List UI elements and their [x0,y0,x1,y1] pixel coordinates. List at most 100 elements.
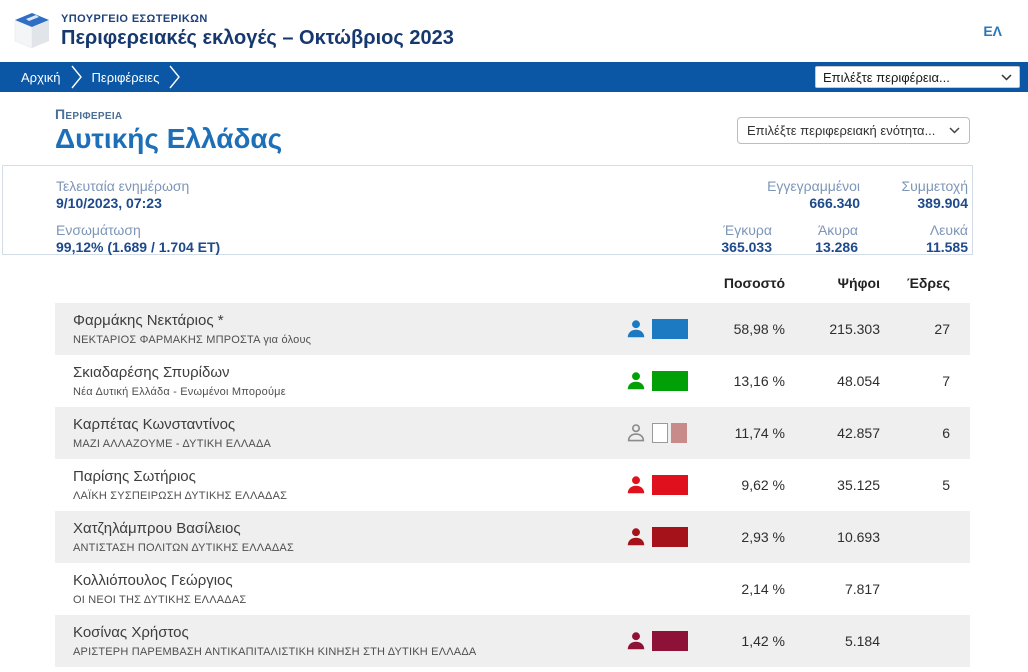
regional-unit-select-value: Επιλέξτε περιφερειακή ενότητα... [747,123,935,138]
last-update-label: Τελευταία ενημέρωση [56,177,220,195]
election-results-page: ΥΠΟΥΡΓΕΙΟ ΕΣΩΤΕΡΙΚΩΝ Περιφερειακές εκλογ… [0,0,1028,667]
votes-value: 7.817 [785,581,880,597]
party-name: ΑΝΤΙΣΤΑΣΗ ΠΟΛΙΤΩΝ ΔΥΤΙΚΗΣ ΕΛΛΑΔΑΣ [73,542,625,554]
invalid-stat: Άκυρα 13.286 [798,221,858,256]
candidate-cell: Φαρμάκης Νεκτάριος * ΝΕΚΤΑΡΙΟΣ ΦΑΡΜΑΚΗΣ … [73,312,625,346]
site-header: ΥΠΟΥΡΓΕΙΟ ΕΣΩΤΕΡΙΚΩΝ Περιφερειακές εκλογ… [0,0,1028,62]
valid-label: Έγκυρα [721,221,772,239]
stats-right: Εγγεγραμμένοι 666.340 Συμμετοχή 389.904 … [721,177,968,254]
candidate-row[interactable]: Παρίσης Σωτήριος ΛΑΪΚΗ ΣΥΣΠΕΙΡΩΣΗ ΔΥΤΙΚΗ… [55,459,970,511]
chevron-down-icon [1001,74,1012,81]
candidate-row[interactable]: Φαρμάκης Νεκτάριος * ΝΕΚΤΑΡΙΟΣ ΦΑΡΜΑΚΗΣ … [55,303,970,355]
candidate-name: Κοσίνας Χρήστος [73,624,625,642]
turnout-stat: Συμμετοχή 389.904 [886,177,968,212]
blank-value: 11.585 [884,239,968,256]
registered-value: 666.340 [767,195,860,212]
party-icon-cell [625,422,695,444]
candidate-cell: Κοσίνας Χρήστος ΑΡΙΣΤΕΡΗ ΠΑΡΕΜΒΑΣΗ ΑΝΤΙΚ… [73,624,625,658]
candidate-name: Παρίσης Σωτήριος [73,468,625,486]
party-color-swatch [652,631,688,651]
person-filled-icon [625,630,647,652]
last-update-value: 9/10/2023, 07:23 [56,195,220,212]
party-name: ΜΑΖΙ ΑΛΛΑΖΟΥΜΕ - ΔΥΤΙΚΗ ΕΛΛΑΔΑ [73,438,625,450]
candidate-row[interactable]: Κολλιόπουλος Γεώργιος ΟΙ ΝΕΟΙ ΤΗΣ ΔΥΤΙΚΗ… [55,563,970,615]
stats-row-1: Εγγεγραμμένοι 666.340 Συμμετοχή 389.904 [721,177,968,212]
candidate-cell: Κολλιόπουλος Γεώργιος ΟΙ ΝΕΟΙ ΤΗΣ ΔΥΤΙΚΗ… [73,572,625,606]
percent-value: 1,42 % [695,633,785,649]
candidate-cell: Χατζηλάμπρου Βασίλειος ΑΝΤΙΣΤΑΣΗ ΠΟΛΙΤΩΝ… [73,520,625,554]
seats-value: 7 [880,373,950,389]
last-update-stat: Τελευταία ενημέρωση 9/10/2023, 07:23 [56,177,220,212]
candidate-name: Φαρμάκης Νεκτάριος * [73,312,625,330]
party-name: Νέα Δυτική Ελλάδα - Ενωμένοι Μπορούμε [73,386,625,398]
party-color-swatches [652,631,688,651]
candidate-row[interactable]: Καρπέτας Κωνσταντίνος ΜΑΖΙ ΑΛΛΑΖΟΥΜΕ - Δ… [55,407,970,459]
party-icon-cell [625,474,695,496]
candidate-row[interactable]: Χατζηλάμπρου Βασίλειος ΑΝΤΙΣΤΑΣΗ ΠΟΛΙΤΩΝ… [55,511,970,563]
chevron-down-icon [949,127,960,134]
column-header-votes: Ψήφοι [785,275,880,291]
party-color-swatches [652,527,688,547]
results-table-header: Ποσοστό Ψήφοι Έδρες [55,263,970,303]
valid-stat: Έγκυρα 365.033 [721,221,772,256]
party-color-swatches [652,475,688,495]
person-filled-icon [625,526,647,548]
breadcrumb-home[interactable]: Αρχική [21,70,61,85]
turnout-value: 389.904 [886,195,968,212]
candidate-row[interactable]: Κοσίνας Χρήστος ΑΡΙΣΤΕΡΗ ΠΑΡΕΜΒΑΣΗ ΑΝΤΙΚ… [55,615,970,667]
breadcrumb-chevron-icon [70,65,83,89]
stats-row-2: Έγκυρα 365.033 Άκυρα 13.286 Λευκά 11.585 [721,221,968,256]
party-color-swatches [652,371,688,391]
seats-value: 6 [880,425,950,441]
breadcrumb-bar: Αρχική Περιφέρειες Επιλέξτε περιφέρεια..… [0,62,1028,92]
seats-value: 27 [880,321,950,337]
ministry-name: ΥΠΟΥΡΓΕΙΟ ΕΣΩΤΕΡΙΚΩΝ [61,13,454,25]
region-heading: Περιφερεια Δυτικής Ελλάδας [55,106,282,155]
valid-value: 365.033 [721,239,772,256]
party-color-swatch [652,475,688,495]
results-table: Ποσοστό Ψήφοι Έδρες Φαρμάκης Νεκτάριος *… [55,263,970,667]
party-name: ΑΡΙΣΤΕΡΗ ΠΑΡΕΜΒΑΣΗ ΑΝΤΙΚΑΠΙΤΑΛΙΣΤΙΚΗ ΚΙΝ… [73,646,625,658]
seats-value: 5 [880,477,950,493]
integration-stat: Ενσωμάτωση 99,12% (1.689 / 1.704 ΕΤ) [56,221,220,256]
party-icon-cell [625,526,695,548]
region-heading-section: Περιφερεια Δυτικής Ελλάδας Επιλέξτε περι… [0,92,1028,165]
party-name: ΝΕΚΤΑΡΙΟΣ ΦΑΡΜΑΚΗΣ ΜΠΡΟΣΤΑ για όλους [73,334,625,346]
region-label: Περιφερεια [55,106,282,122]
votes-value: 215.303 [785,321,880,337]
party-name: ΛΑΪΚΗ ΣΥΣΠΕΙΡΩΣΗ ΔΥΤΙΚΗΣ ΕΛΛΑΔΑΣ [73,490,625,502]
votes-value: 48.054 [785,373,880,389]
percent-value: 58,98 % [695,321,785,337]
stats-left: Τελευταία ενημέρωση 9/10/2023, 07:23 Ενσ… [56,177,220,254]
column-header-seats: Έδρες [880,275,950,291]
party-name: ΟΙ ΝΕΟΙ ΤΗΣ ΔΥΤΙΚΗΣ ΕΛΛΑΔΑΣ [73,594,625,606]
candidate-cell: Καρπέτας Κωνσταντίνος ΜΑΖΙ ΑΛΛΑΖΟΥΜΕ - Δ… [73,416,625,450]
candidate-name: Καρπέτας Κωνσταντίνος [73,416,625,434]
region-select[interactable]: Επιλέξτε περιφέρεια... [815,66,1020,88]
candidate-cell: Σκιαδαρέσης Σπυρίδων Νέα Δυτική Ελλάδα -… [73,364,625,398]
person-filled-icon [625,370,647,392]
party-color-swatch [652,319,688,339]
blank-label: Λευκά [884,221,968,239]
percent-value: 2,93 % [695,529,785,545]
invalid-value: 13.286 [798,239,858,256]
party-color-swatch [652,423,668,443]
ballot-box-icon [12,11,52,51]
breadcrumb-regions[interactable]: Περιφέρειες [92,70,160,85]
person-filled-icon [625,318,647,340]
party-icon-cell [625,318,695,340]
breadcrumb-chevron-icon [168,65,181,89]
votes-value: 35.125 [785,477,880,493]
votes-value: 42.857 [785,425,880,441]
invalid-label: Άκυρα [798,221,858,239]
candidate-row[interactable]: Σκιαδαρέσης Σπυρίδων Νέα Δυτική Ελλάδα -… [55,355,970,407]
turnout-label: Συμμετοχή [886,177,968,195]
header-titles: ΥΠΟΥΡΓΕΙΟ ΕΣΩΤΕΡΙΚΩΝ Περιφερειακές εκλογ… [61,13,454,50]
party-color-swatch [652,371,688,391]
page-title: Δυτικής Ελλάδας [55,123,282,155]
language-switcher[interactable]: ΕΛ [977,19,1008,43]
candidate-name: Κολλιόπουλος Γεώργιος [73,572,625,590]
person-filled-icon [625,474,647,496]
region-select-value: Επιλέξτε περιφέρεια... [823,70,950,85]
regional-unit-select[interactable]: Επιλέξτε περιφερειακή ενότητα... [737,117,970,144]
